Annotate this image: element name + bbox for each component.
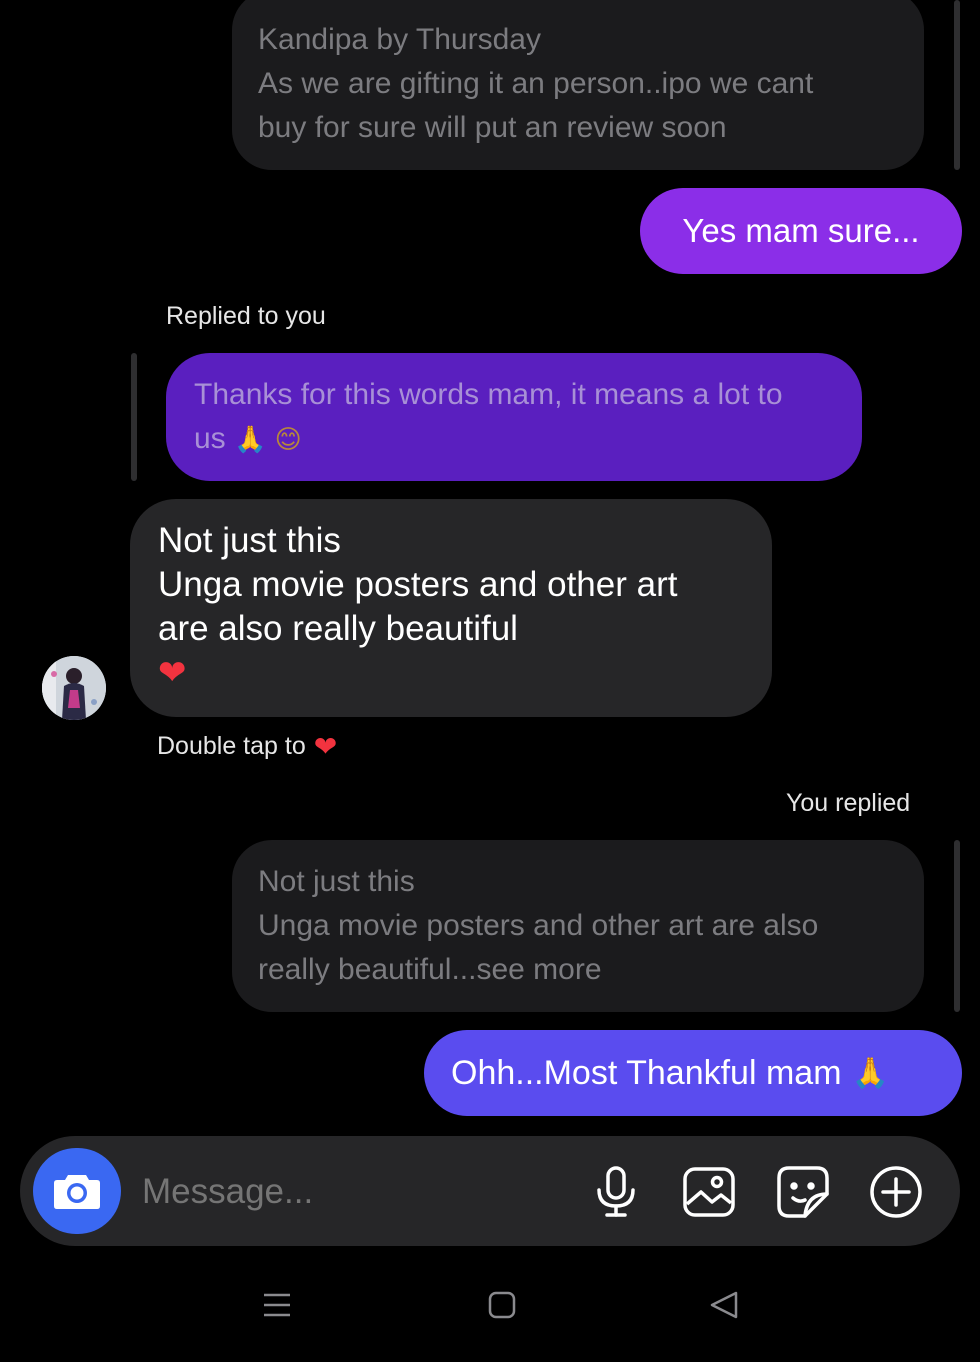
quote-bar-top: [954, 0, 960, 170]
message-composer: [20, 1136, 960, 1246]
pray-smile-emoji: 🙏 😊: [234, 425, 302, 455]
plus-circle-icon: [870, 1166, 922, 1218]
home-icon: [488, 1291, 516, 1319]
you-replied-label: You replied: [786, 789, 911, 817]
heart-icon[interactable]: ❤: [314, 730, 337, 763]
back-icon: [710, 1291, 738, 1319]
sent-message-thankful-text: Ohh...Most Thankful mam: [451, 1053, 842, 1092]
gallery-button[interactable]: [681, 1164, 737, 1220]
quoted-message-bottom[interactable]: Not just this Unga movie posters and oth…: [232, 840, 924, 1012]
double-tap-label: Double tap to: [157, 732, 306, 760]
heart-emoji: ❤: [158, 653, 187, 693]
quoted-message-bottom-text: Not just this Unga movie posters and oth…: [258, 865, 819, 986]
quoted-message-top-text: Kandipa by Thursday As we are gifting it…: [258, 23, 814, 144]
microphone-icon: [597, 1166, 635, 1217]
double-tap-hint: Double tap to ❤: [157, 730, 337, 763]
avatar[interactable]: [42, 656, 106, 720]
sent-message-yes[interactable]: Yes mam sure...: [640, 188, 962, 274]
sent-message-thankful[interactable]: Ohh...Most Thankful mam 🙏: [424, 1030, 962, 1116]
nav-back-button[interactable]: [708, 1290, 740, 1325]
nav-menu-button[interactable]: [262, 1290, 292, 1325]
quoted-message-top[interactable]: Kandipa by Thursday As we are gifting it…: [232, 0, 924, 170]
quote-bar-bottom: [954, 840, 960, 1012]
received-message[interactable]: Not just this Unga movie posters and oth…: [130, 499, 772, 717]
message-input[interactable]: [140, 1164, 584, 1220]
gallery-icon: [683, 1167, 735, 1217]
pray-emoji: 🙏: [851, 1055, 889, 1091]
sticker-button[interactable]: [775, 1164, 831, 1220]
sent-message-yes-text: Yes mam sure...: [682, 212, 920, 249]
camera-icon: [54, 1175, 100, 1209]
add-button[interactable]: [868, 1164, 924, 1220]
camera-button[interactable]: [33, 1148, 121, 1234]
quoted-reply-message[interactable]: Thanks for this words mam, it means a lo…: [166, 353, 862, 481]
microphone-button[interactable]: [588, 1164, 644, 1220]
nav-home-button[interactable]: [487, 1290, 517, 1325]
quote-bar-reply: [131, 353, 137, 481]
sticker-icon: [777, 1166, 829, 1218]
menu-icon: [264, 1293, 290, 1317]
received-message-text: Not just this Unga movie posters and oth…: [158, 521, 678, 648]
replied-to-you-label: Replied to you: [166, 302, 326, 330]
